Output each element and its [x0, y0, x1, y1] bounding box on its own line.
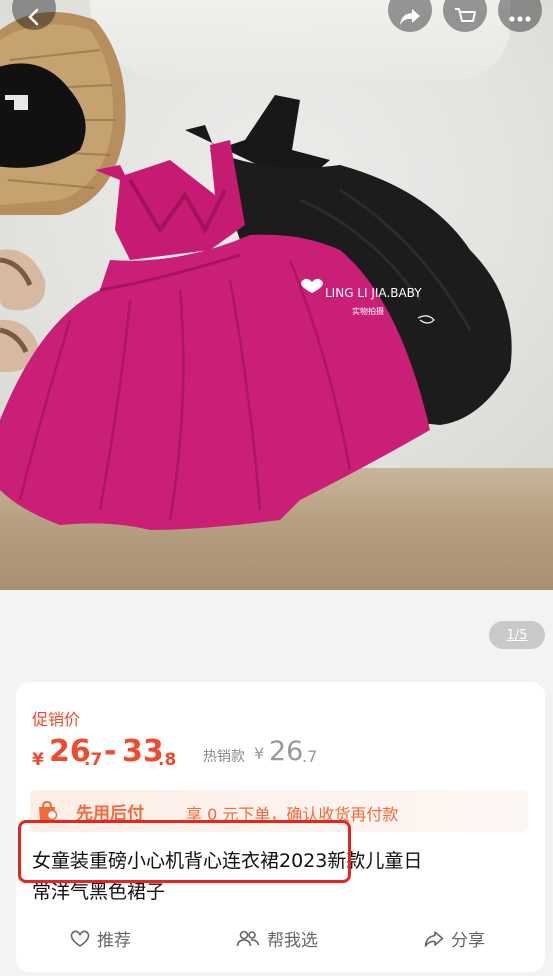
- recommend-button[interactable]: 推荐: [70, 926, 131, 951]
- image-counter: 1/5: [489, 621, 545, 649]
- share-action-label: 分享: [451, 931, 485, 951]
- heart-outline-icon: [70, 930, 90, 947]
- chevron-left-icon: [28, 8, 39, 26]
- dress-photo: LING LI JIA.BABY 实物拍摄: [0, 12, 512, 531]
- product-image-gallery[interactable]: LING LI JIA.BABY 实物拍摄: [0, 0, 553, 590]
- price-dash: -: [104, 734, 117, 769]
- help-choose-button[interactable]: 帮我选: [236, 926, 318, 951]
- action-row: 推荐 帮我选 分享: [16, 926, 545, 956]
- hot-price-int: 26: [269, 736, 304, 767]
- more-dots-icon: [509, 16, 531, 22]
- share-arrow-icon: [400, 9, 420, 25]
- product-info-card: 促销价 ¥ 26 .7 - 33 .8 热销款 ¥ 26 .7 先用后付 享 0…: [16, 682, 545, 972]
- price-low-dec: .7: [84, 750, 103, 770]
- hot-sale-label: 热销款: [203, 749, 245, 765]
- promo-price-label: 促销价: [32, 710, 81, 729]
- title-highlight-box: [18, 820, 351, 883]
- shopping-bag-icon: [39, 800, 58, 821]
- people-icon: [236, 930, 260, 946]
- cart-icon: [455, 8, 476, 22]
- share-action-button[interactable]: 分享: [424, 926, 485, 951]
- currency-symbol: ¥: [32, 750, 44, 770]
- share-outline-icon: [424, 930, 444, 947]
- price-high-dec: .8: [158, 750, 177, 770]
- hot-currency: ¥: [254, 744, 265, 763]
- hot-price-dec: .7: [302, 747, 318, 766]
- help-choose-label: 帮我选: [267, 931, 318, 951]
- recommend-label: 推荐: [97, 931, 131, 951]
- watermark-sub: 实物拍摄: [352, 306, 384, 316]
- watermark-brand: LING LI JIA.BABY: [325, 286, 422, 300]
